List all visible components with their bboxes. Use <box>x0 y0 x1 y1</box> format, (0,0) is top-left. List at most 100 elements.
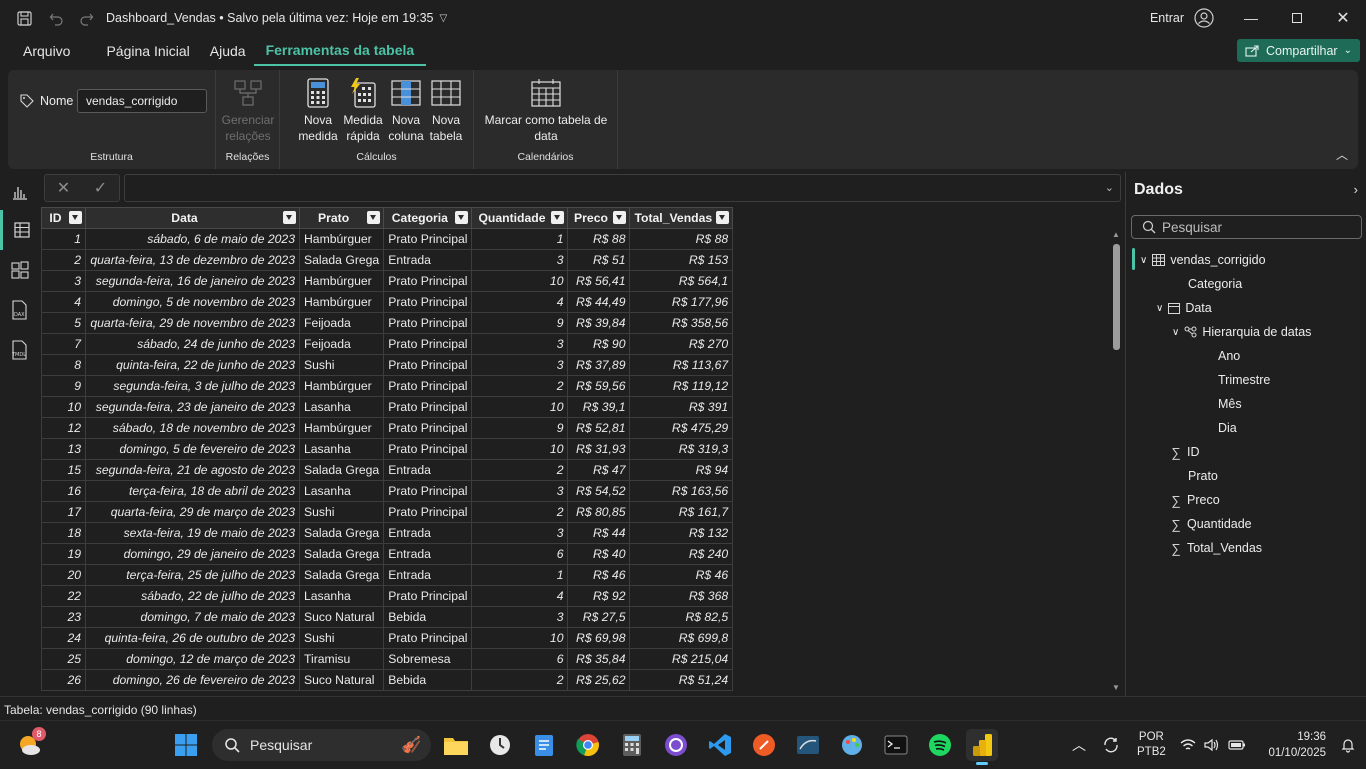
table-cell-id[interactable]: 22 <box>41 585 86 607</box>
table-cell-total-vendas[interactable]: R$ 88 <box>629 228 734 250</box>
table-cell-data[interactable]: domingo, 12 de março de 2023 <box>85 648 300 670</box>
table-cell-quantidade[interactable]: 10 <box>471 627 569 649</box>
table-cell-id[interactable]: 9 <box>41 375 86 397</box>
table-cell-total-vendas[interactable]: R$ 46 <box>629 564 734 586</box>
collapse-pane-chevron-right-icon[interactable]: › <box>1354 182 1358 197</box>
signin-label[interactable]: Entrar <box>1150 11 1184 25</box>
tree-field-trimestre[interactable]: Trimestre <box>1218 368 1270 392</box>
data-search-input[interactable]: Pesquisar <box>1131 215 1362 239</box>
table-cell-total-vendas[interactable]: R$ 161,7 <box>629 501 734 523</box>
close-button[interactable]: ✕ <box>1320 0 1366 36</box>
tree-field-quantidade[interactable]: ∑ Quantidade <box>1170 512 1251 536</box>
table-cell-preco[interactable]: R$ 59,56 <box>567 375 631 397</box>
weather-widget[interactable]: 8 <box>14 727 46 761</box>
report-view-button[interactable] <box>0 172 40 212</box>
table-row[interactable]: 10 segunda-feira, 23 de janeiro de 2023 La… <box>41 396 734 418</box>
table-cell-data[interactable]: sábado, 22 de julho de 2023 <box>85 585 300 607</box>
table-cell-prato[interactable]: Sushi <box>298 501 385 523</box>
table-cell-quantidade[interactable]: 10 <box>471 270 569 292</box>
table-cell-total-vendas[interactable]: R$ 475,29 <box>629 417 734 439</box>
table-cell-prato[interactable]: Lasanha <box>298 438 385 460</box>
cancel-formula-icon[interactable]: ✕ <box>57 178 70 198</box>
table-cell-data[interactable]: domingo, 29 de janeiro de 2023 <box>85 543 300 565</box>
start-button[interactable] <box>170 729 202 761</box>
new-measure-button[interactable]: Nova medida <box>296 78 340 144</box>
table-cell-prato[interactable]: Tiramisu <box>298 648 385 670</box>
column-header-quantidade[interactable]: Quantidade <box>471 207 569 229</box>
table-cell-total-vendas[interactable]: R$ 358,56 <box>629 312 734 334</box>
table-cell-categoria[interactable]: Prato Principal <box>383 480 473 502</box>
table-cell-id[interactable]: 25 <box>41 648 86 670</box>
table-cell-quantidade[interactable]: 1 <box>471 564 569 586</box>
table-cell-prato[interactable]: Hambúrguer <box>298 228 385 250</box>
collapse-ribbon-chevron-up-icon[interactable]: ︿ <box>1336 146 1348 163</box>
filter-dropdown-icon[interactable] <box>69 211 82 224</box>
table-cell-categoria[interactable]: Prato Principal <box>383 501 473 523</box>
table-cell-data[interactable]: sábado, 6 de maio de 2023 <box>85 228 300 250</box>
new-column-button[interactable]: Nova coluna <box>386 78 426 144</box>
table-cell-preco[interactable]: R$ 37,89 <box>567 354 631 376</box>
table-cell-quantidade[interactable]: 9 <box>471 312 569 334</box>
table-cell-categoria[interactable]: Prato Principal <box>383 627 473 649</box>
menu-ajuda[interactable]: Ajuda <box>198 36 258 66</box>
table-cell-data[interactable]: quinta-feira, 26 de outubro de 2023 <box>85 627 300 649</box>
table-cell-preco[interactable]: R$ 90 <box>567 333 631 355</box>
table-cell-id[interactable]: 3 <box>41 270 86 292</box>
table-cell-id[interactable]: 16 <box>41 480 86 502</box>
chrome-app[interactable] <box>572 729 604 761</box>
table-row[interactable]: 24 quinta-feira, 26 de outubro de 2023 Sus… <box>41 627 734 649</box>
file-explorer-app[interactable] <box>440 729 472 761</box>
table-cell-preco[interactable]: R$ 54,52 <box>567 480 631 502</box>
table-expand-chevron-icon[interactable]: ∨ <box>1140 255 1147 266</box>
table-row[interactable]: 18 sexta-feira, 19 de maio de 2023 Salada … <box>41 522 734 544</box>
table-cell-prato[interactable]: Hambúrguer <box>298 375 385 397</box>
table-cell-categoria[interactable]: Prato Principal <box>383 417 473 439</box>
tree-item-table[interactable]: ∨ vendas_corrigido <box>1140 248 1266 272</box>
tree-field-dia[interactable]: Dia <box>1218 416 1237 440</box>
scroll-down-icon[interactable]: ▼ <box>1112 683 1120 692</box>
table-row[interactable]: 1 sábado, 6 de maio de 2023 Hambúrguer Prat… <box>41 228 734 250</box>
table-cell-preco[interactable]: R$ 52,81 <box>567 417 631 439</box>
table-cell-quantidade[interactable]: 2 <box>471 459 569 481</box>
table-cell-categoria[interactable]: Prato Principal <box>383 396 473 418</box>
table-cell-categoria[interactable]: Bebida <box>383 669 473 691</box>
table-cell-quantidade[interactable]: 2 <box>471 501 569 523</box>
table-cell-total-vendas[interactable]: R$ 94 <box>629 459 734 481</box>
table-cell-id[interactable]: 13 <box>41 438 86 460</box>
table-cell-id[interactable]: 2 <box>41 249 86 271</box>
table-cell-prato[interactable]: Hambúrguer <box>298 270 385 292</box>
tree-field-ano[interactable]: Ano <box>1218 344 1240 368</box>
table-row[interactable]: 5 quarta-feira, 29 de novembro de 2023 Fei… <box>41 312 734 334</box>
tmdl-view-button[interactable]: TMDL <box>0 330 40 370</box>
sync-icon[interactable] <box>1102 721 1120 769</box>
table-cell-total-vendas[interactable]: R$ 368 <box>629 585 734 607</box>
table-cell-quantidade[interactable]: 6 <box>471 648 569 670</box>
table-cell-preco[interactable]: R$ 31,93 <box>567 438 631 460</box>
confirm-formula-icon[interactable]: ✓ <box>94 178 107 198</box>
filter-dropdown-icon[interactable] <box>551 211 565 224</box>
table-row[interactable]: 4 domingo, 5 de novembro de 2023 Hambúrgue… <box>41 291 734 313</box>
table-cell-total-vendas[interactable]: R$ 163,56 <box>629 480 734 502</box>
table-cell-data[interactable]: sexta-feira, 19 de maio de 2023 <box>85 522 300 544</box>
table-cell-data[interactable]: segunda-feira, 16 de janeiro de 2023 <box>85 270 300 292</box>
table-row[interactable]: 12 sábado, 18 de novembro de 2023 Hambúrgu… <box>41 417 734 439</box>
table-cell-preco[interactable]: R$ 27,5 <box>567 606 631 628</box>
language-indicator[interactable]: POR PTB2 <box>1137 721 1166 769</box>
model-view-button[interactable] <box>0 250 40 290</box>
table-cell-data[interactable]: terça-feira, 25 de julho de 2023 <box>85 564 300 586</box>
table-view-button[interactable] <box>0 210 40 250</box>
paint-app[interactable] <box>836 729 868 761</box>
table-cell-preco[interactable]: R$ 39,84 <box>567 312 631 334</box>
minimize-button[interactable]: — <box>1228 0 1274 36</box>
table-cell-total-vendas[interactable]: R$ 699,8 <box>629 627 734 649</box>
table-cell-quantidade[interactable]: 4 <box>471 585 569 607</box>
table-cell-total-vendas[interactable]: R$ 564,1 <box>629 270 734 292</box>
filter-dropdown-icon[interactable] <box>613 211 627 224</box>
tree-field-total-vendas[interactable]: ∑ Total_Vendas <box>1170 536 1262 560</box>
table-cell-quantidade[interactable]: 3 <box>471 522 569 544</box>
table-cell-prato[interactable]: Lasanha <box>298 480 385 502</box>
table-cell-preco[interactable]: R$ 44 <box>567 522 631 544</box>
table-cell-preco[interactable]: R$ 88 <box>567 228 631 250</box>
table-cell-prato[interactable]: Feijoada <box>298 333 385 355</box>
table-cell-total-vendas[interactable]: R$ 391 <box>629 396 734 418</box>
